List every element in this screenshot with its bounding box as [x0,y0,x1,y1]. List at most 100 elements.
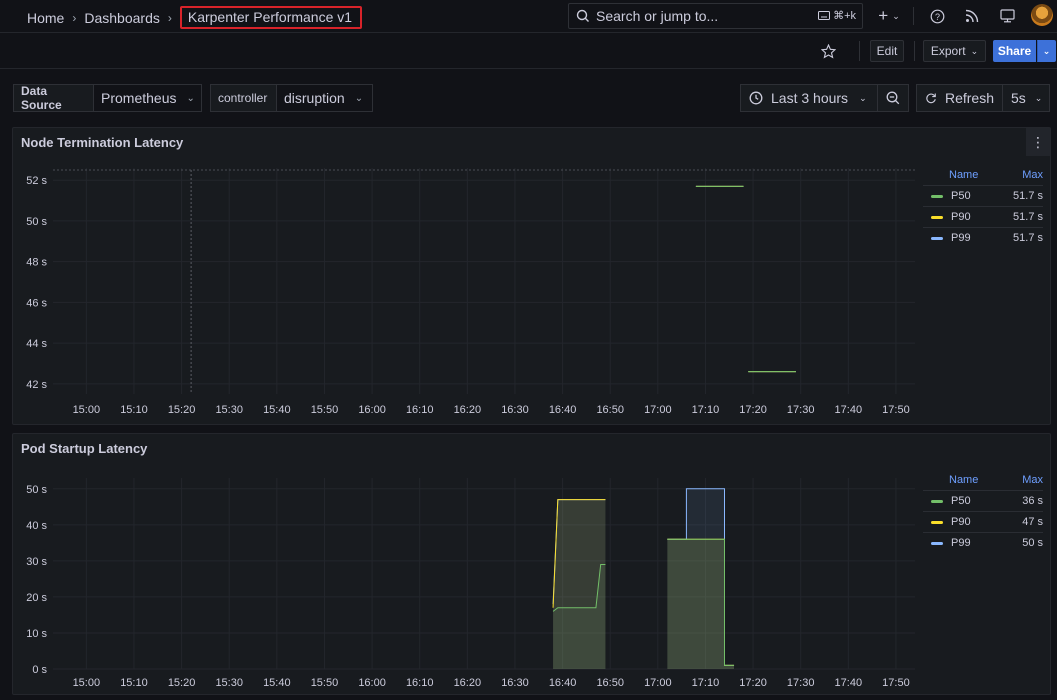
chevron-down-icon: ⌄ [892,10,900,21]
x-tick-label: 16:00 [358,404,386,416]
x-tick-label: 16:00 [358,677,386,689]
x-tick-label: 16:40 [549,677,577,689]
chevron-down-icon: ⌄ [859,92,867,103]
y-tick-label: 48 s [26,257,47,269]
x-tick-label: 17:40 [835,404,863,416]
legend-item-p99[interactable]: P99 51.7 s [923,227,1043,248]
kiosk-mode-button[interactable] [997,6,1017,26]
y-tick-label: 0 s [32,664,47,676]
user-avatar[interactable] [1031,4,1053,26]
keyboard-icon [818,11,830,20]
x-tick-label: 15:20 [168,677,196,689]
legend-swatch [931,520,943,524]
edit-button[interactable]: Edit [870,40,904,62]
export-label: Export [930,44,966,58]
x-tick-label: 16:50 [596,677,624,689]
chart-legend: Name Max P50 36 s P90 47 s P99 50 s [923,469,1043,553]
breadcrumb-separator-icon: › [72,10,77,25]
time-range-label: Last 3 hours [771,90,849,106]
breadcrumb: Home › Dashboards › Karpenter Performanc… [27,6,363,29]
legend-name-header[interactable]: Name [923,169,1013,181]
chart-legend: Name Max P50 51.7 s P90 51.7 s P99 51.7 s [923,164,1043,248]
legend-item-p90[interactable]: P90 51.7 s [923,206,1043,227]
legend-item-p99[interactable]: P99 50 s [923,532,1043,553]
legend-item-p90[interactable]: P90 47 s [923,511,1043,532]
legend-max-header[interactable]: Max [1013,169,1043,181]
y-tick-label: 40 s [26,520,47,532]
x-tick-label: 15:20 [168,404,196,416]
breadcrumb-home[interactable]: Home [27,10,64,26]
breadcrumb-separator-icon: › [167,10,172,25]
chevron-down-icon: ⌄ [970,45,979,56]
search-shortcut-hint: ⌘+k [818,9,856,22]
zoom-out-button[interactable] [877,84,909,112]
star-icon [820,43,836,59]
add-new-button[interactable]: + ⌄ [874,6,904,26]
help-button[interactable]: ? [927,6,947,26]
y-tick-label: 42 s [26,379,47,391]
legend-swatch [931,236,943,240]
legend-series-name: P99 [951,537,971,549]
news-button[interactable] [962,6,982,26]
chevron-down-icon: ⌄ [1034,92,1043,103]
search-placeholder: Search or jump to... [596,8,719,24]
search-icon [576,9,589,22]
export-button[interactable]: Export ⌄ [923,40,986,62]
x-tick-label: 15:30 [215,677,243,689]
legend-name-header[interactable]: Name [923,474,1013,486]
refresh-button[interactable]: Refresh [916,84,1003,112]
plus-icon: + [878,6,889,25]
legend-max-header[interactable]: Max [1013,474,1043,486]
legend-item-p50[interactable]: P50 51.7 s [923,185,1043,206]
x-tick-label: 16:20 [454,677,482,689]
legend-item-p50[interactable]: P50 36 s [923,490,1043,511]
datasource-variable-label: Data Source [13,84,94,112]
refresh-label: Refresh [944,90,994,106]
x-tick-label: 17:50 [882,404,910,416]
legend-series-name: P90 [951,211,971,223]
breadcrumb-dashboards[interactable]: Dashboards [84,10,160,26]
x-tick-label: 17:10 [692,404,720,416]
y-tick-label: 50 s [26,484,47,496]
panel-menu-button[interactable]: ⋮ [1026,128,1050,156]
x-tick-label: 15:50 [311,677,339,689]
clock-icon [749,91,763,105]
x-tick-label: 17:30 [787,677,815,689]
share-dropdown-button[interactable]: ⌄ [1037,40,1056,62]
datasource-value: Prometheus [101,90,177,106]
panel-title[interactable]: Node Termination Latency [21,135,183,150]
x-tick-label: 17:50 [882,677,910,689]
refresh-interval-picker[interactable]: 5s ⌄ [1002,84,1050,112]
chart-area: 15:00 15:10 15:20 15:30 15:40 15:50 16:00 16:10… [26,478,915,689]
datasource-variable-select[interactable]: Prometheus ⌄ [93,84,202,112]
monitor-icon [999,9,1015,23]
x-tick-label: 17:00 [644,404,672,416]
x-tick-label: 16:10 [406,677,434,689]
dashboard-toolbar: Edit Export ⌄ Share ⌄ [0,33,1057,69]
x-tick-label: 15:10 [120,677,148,689]
more-vertical-icon: ⋮ [1031,133,1045,150]
controller-value: disruption [284,90,345,106]
y-tick-label: 20 s [26,592,47,604]
y-tick-label: 30 s [26,556,47,568]
refresh-icon [926,93,936,104]
x-tick-label: 16:50 [596,404,624,416]
series-area-p99 [553,499,606,669]
share-button[interactable]: Share [993,40,1036,62]
variables-bar: Data Source Prometheus ⌄ controller disr… [0,69,1057,127]
legend-series-max: 51.7 s [1013,211,1043,223]
x-tick-label: 15:10 [120,404,148,416]
search-input[interactable]: Search or jump to... ⌘+k [568,3,863,29]
time-range-picker[interactable]: Last 3 hours ⌄ [740,84,878,112]
legend-series-name: P50 [951,190,971,202]
star-button[interactable] [818,41,838,61]
legend-series-max: 50 s [1022,537,1043,549]
controller-variable-select[interactable]: disruption ⌄ [276,84,373,112]
chevron-down-icon: ⌄ [354,92,364,104]
legend-header: Name Max [923,164,1043,185]
x-tick-label: 15:00 [73,677,101,689]
breadcrumb-current-dashboard: Karpenter Performance v1 [179,6,363,29]
search-shortcut-text: ⌘+k [833,10,856,22]
panel-title[interactable]: Pod Startup Latency [21,441,147,456]
x-tick-label: 15:50 [311,404,339,416]
